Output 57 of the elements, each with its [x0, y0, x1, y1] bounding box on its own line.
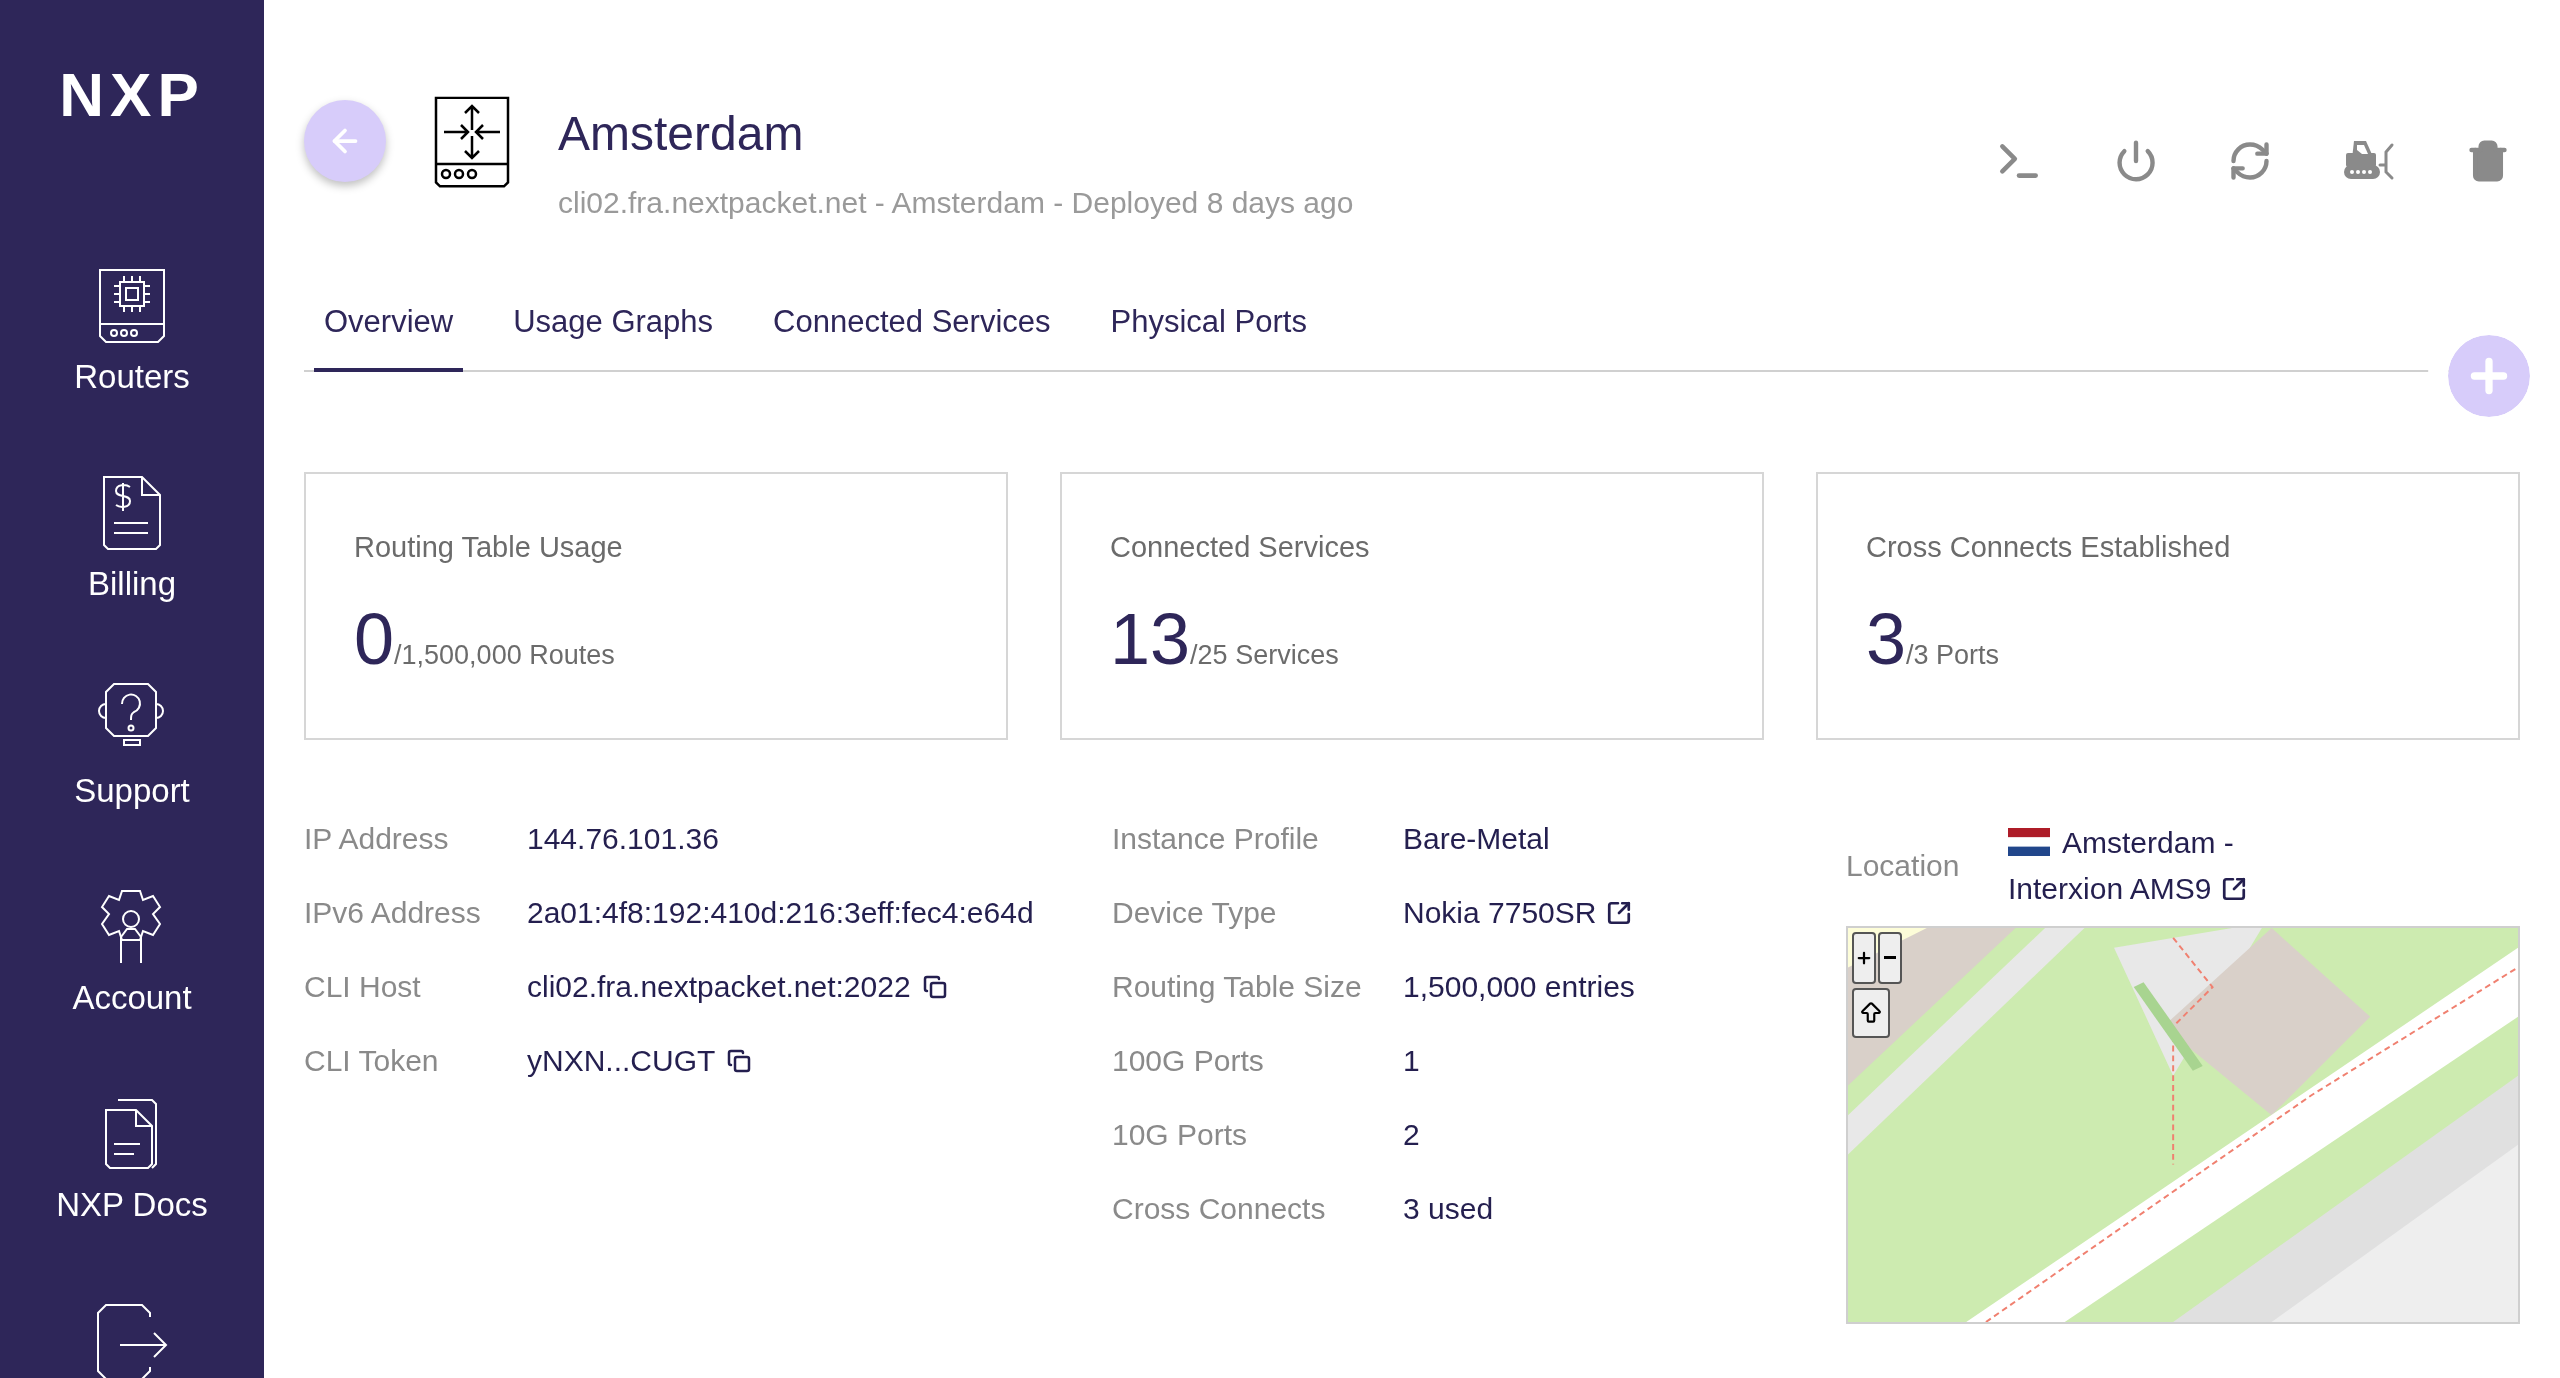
detail-value: 1: [1403, 1042, 1420, 1079]
flag-icon: [2008, 826, 2050, 857]
nav-item[interactable]: Billing: [87, 473, 176, 600]
detail-value: 2: [1403, 1116, 1420, 1153]
detail-label: 10G Ports: [1112, 1116, 1249, 1153]
home-arrow-icon: [1858, 999, 1884, 1026]
detail-label: 100G Ports: [1112, 1042, 1265, 1079]
refresh-icon[interactable]: [2228, 139, 2272, 183]
nav-item[interactable]: Routers: [74, 266, 190, 393]
detail-label: Routing Table Size: [1112, 968, 1363, 1005]
logo: NXP: [59, 64, 205, 126]
nav-item[interactable]: NXP Docs: [56, 1094, 208, 1221]
card-total: /1,500,000 Routes: [394, 640, 615, 672]
detail-label: IP Address: [304, 820, 450, 857]
card-total: /25 Services: [1190, 639, 1339, 672]
tab[interactable]: Connected Services: [763, 299, 1061, 372]
detail-label: IPv6 Address: [304, 894, 482, 931]
page-title: Amsterdam: [558, 110, 805, 158]
card-title: Cross Connects Established: [1866, 529, 2232, 565]
card-value: 0: [354, 603, 395, 675]
home-button[interactable]: [1852, 987, 1890, 1038]
card-title: Connected Services: [1110, 529, 1371, 565]
detail-value: yNXN...CUGT: [527, 1042, 716, 1079]
detail-value: cli02.fra.nextpacket.net:2022: [527, 968, 911, 1005]
card-total: /3 Ports: [1906, 639, 2000, 672]
detail-value[interactable]: Nokia 7750SR: [1403, 893, 1597, 932]
power-icon[interactable]: [2114, 139, 2158, 183]
detail-label: CLI Token: [304, 1042, 440, 1079]
copy-icon[interactable]: [922, 974, 947, 999]
card-value: 13: [1110, 603, 1191, 675]
location-label: Location: [1846, 848, 1961, 884]
detail-label: Instance Profile: [1112, 820, 1320, 857]
external-link-icon[interactable]: [1606, 899, 1633, 926]
detail-value: Bare-Metal: [1403, 820, 1550, 857]
detail-value: 1,500,000 entries: [1403, 968, 1635, 1005]
delete-icon[interactable]: [2466, 139, 2510, 183]
minus-icon: [1884, 956, 1896, 959]
zoom-in-button[interactable]: [1852, 931, 1876, 984]
nav-item[interactable]: Support: [74, 680, 190, 807]
tab[interactable]: Usage Graphs: [503, 299, 724, 372]
external-link-icon[interactable]: [2221, 875, 2248, 902]
router-icon: [434, 96, 510, 188]
detail-label: Cross Connects: [1112, 1190, 1327, 1227]
tab[interactable]: Physical Ports: [1100, 299, 1317, 372]
zoom-out-button[interactable]: [1878, 931, 1902, 984]
detail-value: 144.76.101.36: [527, 820, 719, 857]
copy-icon[interactable]: [727, 1048, 752, 1073]
location-link[interactable]: Amsterdam - Interxion AMS9: [2008, 819, 2308, 912]
card-title: Routing Table Usage: [354, 529, 624, 565]
card-value: 3: [1866, 603, 1907, 675]
detail-label: Device Type: [1112, 894, 1278, 931]
detail-value: 2a01:4f8:192:410d:216:3eff:fec4:e64d: [527, 894, 1034, 931]
tab[interactable]: Overview: [314, 299, 464, 372]
detail-label: CLI Host: [304, 968, 422, 1005]
page-subtitle: cli02.fra.nextpacket.net - Amsterdam - Deployed 8 days ago: [558, 185, 1354, 221]
nav-item[interactable]: Account: [72, 887, 192, 1014]
detail-value: 3 used: [1403, 1190, 1494, 1227]
